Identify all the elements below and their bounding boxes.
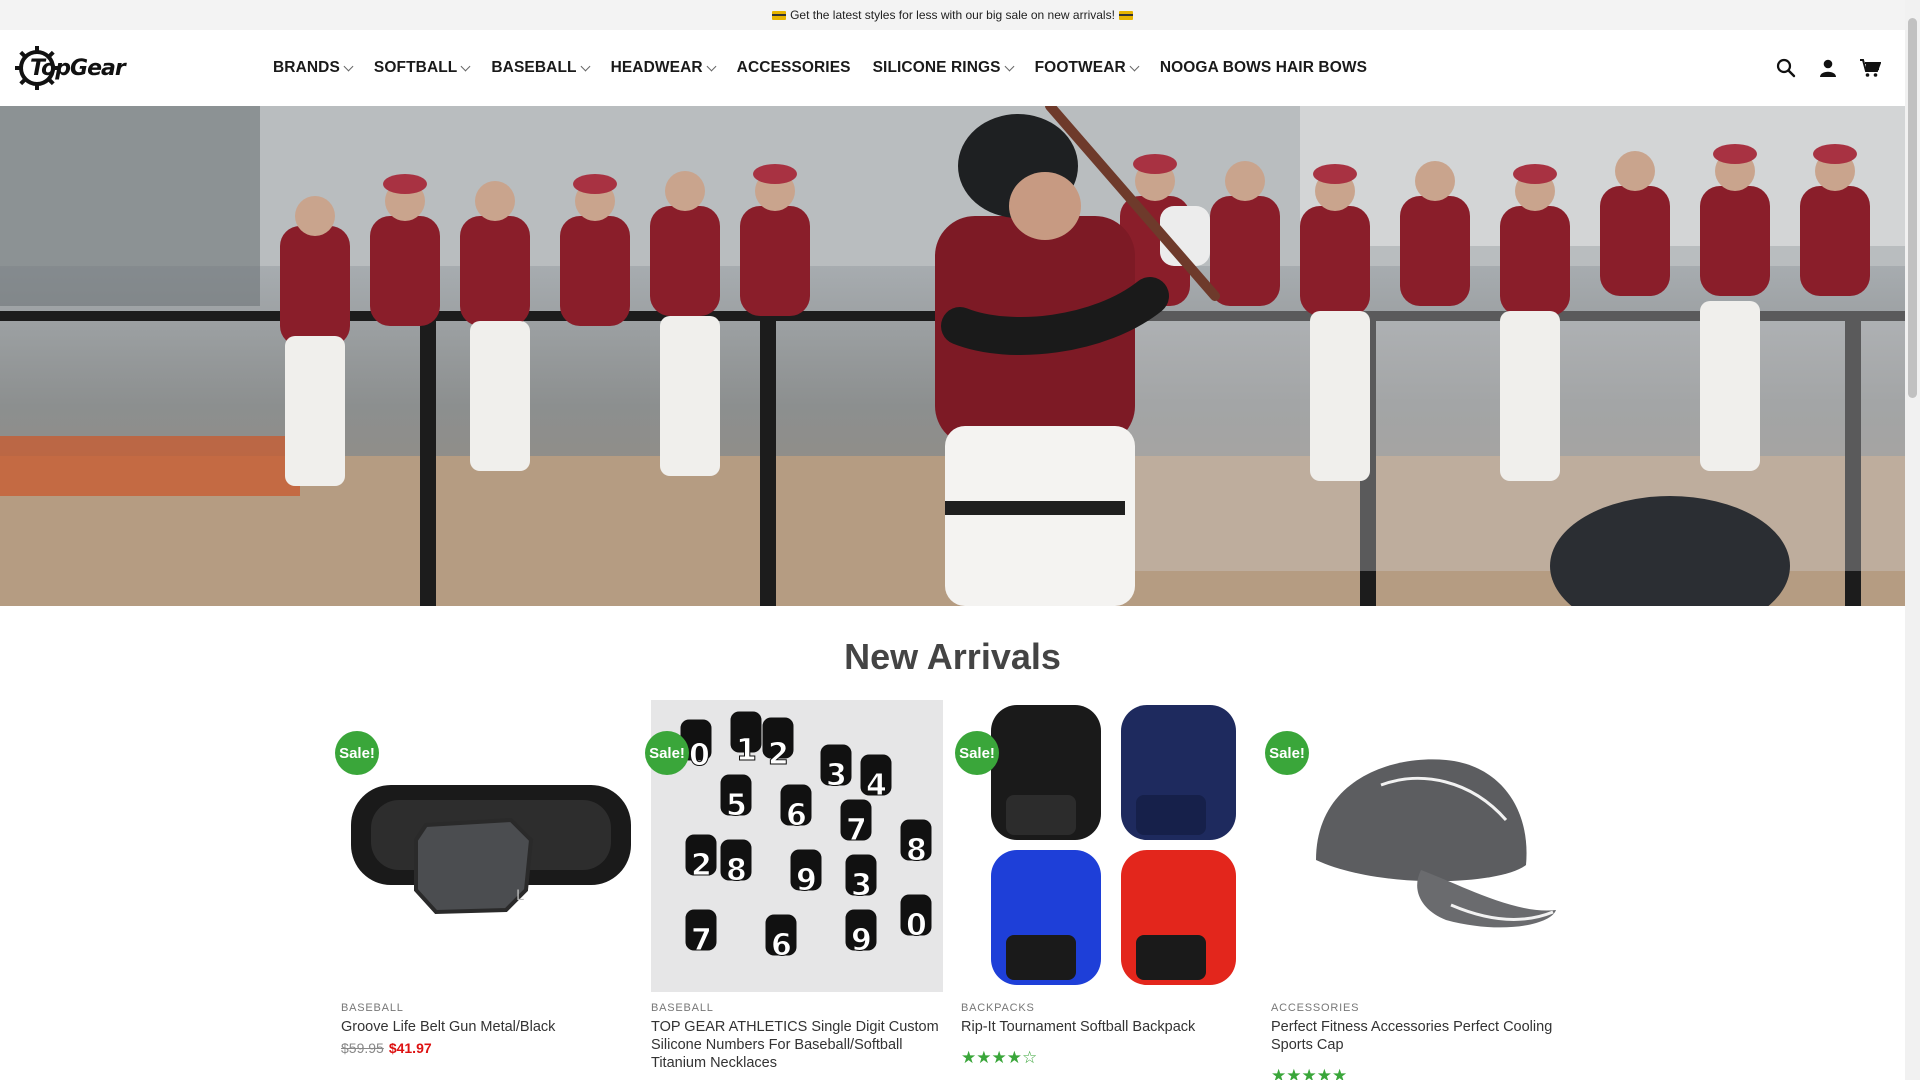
header-actions	[1755, 30, 1881, 106]
search-icon[interactable]	[1775, 57, 1797, 79]
credit-card-icon	[772, 10, 787, 20]
product-grid: Sale! L BASEBALL Groove Life Belt Gun Me…	[335, 700, 1575, 1080]
product-image[interactable]	[961, 700, 1253, 992]
svg-text:7: 7	[691, 923, 712, 958]
scrollbar-thumb[interactable]	[1908, 18, 1917, 398]
cart-icon[interactable]	[1859, 57, 1881, 79]
nav-item-footwear[interactable]: FOOTWEAR	[1034, 59, 1140, 77]
svg-text:8: 8	[906, 833, 927, 868]
star-icon: ★	[1006, 1048, 1022, 1067]
nav-label: NOOGA BOWS HAIR BOWS	[1159, 59, 1368, 76]
svg-text:1: 1	[736, 733, 757, 768]
nav-label: ACCESSORIES	[736, 59, 851, 76]
svg-text:4: 4	[866, 768, 887, 803]
star-empty-icon: ☆	[1022, 1048, 1038, 1067]
star-icon: ★	[991, 1048, 1007, 1067]
svg-text:0: 0	[906, 908, 927, 943]
svg-text:7: 7	[846, 813, 867, 848]
product-name[interactable]: Perfect Fitness Accessories Perfect Cool…	[1271, 1018, 1561, 1054]
svg-text:6: 6	[786, 798, 807, 833]
svg-text:2: 2	[768, 737, 789, 772]
svg-text:3: 3	[826, 758, 847, 793]
chevron-down-icon	[1129, 61, 1140, 71]
star-icon: ★	[961, 1048, 977, 1067]
page-scrollbar[interactable]	[1905, 0, 1920, 1080]
star-icon: ★	[976, 1048, 992, 1067]
product-category: BASEBALL	[341, 1002, 404, 1014]
svg-text:0: 0	[689, 738, 710, 773]
product-name[interactable]: TOP GEAR ATHLETICS Single Digit Custom S…	[651, 1018, 941, 1072]
product-card[interactable]: Sale! L BASEBALL Groove Life Belt Gun Me…	[335, 700, 645, 1080]
sale-price: $41.97	[388, 1040, 432, 1056]
svg-text:5: 5	[726, 788, 747, 823]
account-icon[interactable]	[1817, 57, 1839, 79]
svg-text:2: 2	[691, 848, 712, 883]
nav-label: SOFTBALL	[373, 59, 458, 76]
nav-label: HEADWEAR	[610, 59, 703, 76]
chevron-down-icon	[706, 61, 717, 71]
product-name[interactable]: Rip-It Tournament Softball Backpack	[961, 1018, 1251, 1036]
chevron-down-icon	[343, 61, 354, 71]
sale-badge: Sale!	[1265, 731, 1309, 775]
product-image[interactable]: L	[341, 700, 633, 992]
chevron-down-icon	[460, 61, 471, 71]
product-image[interactable]: 0 1 2 3 4 5 6 7 2 8 9 3 8 7 6 9 0	[651, 700, 943, 992]
nav-label: SILICONE RINGS	[872, 59, 1001, 76]
hero-illustration	[0, 106, 1905, 606]
product-image[interactable]	[1271, 700, 1563, 992]
rating-stars: ★★★★★	[1271, 1066, 1347, 1080]
chevron-down-icon	[1004, 61, 1015, 71]
nav-item-accessories[interactable]: ACCESSORIES	[737, 59, 851, 77]
main-nav: BRANDS SOFTBALL BASEBALL HEADWEAR ACCESS…	[273, 30, 1389, 106]
chevron-down-icon	[580, 61, 591, 71]
rating-stars: ★★★★☆	[961, 1048, 1037, 1068]
sale-badge: Sale!	[955, 731, 999, 775]
sale-badge: Sale!	[645, 731, 689, 775]
product-category: BASEBALL	[651, 1002, 714, 1014]
star-icon: ★★★★★	[1271, 1066, 1348, 1080]
site-header: TopGear BRANDS SOFTBALL BASEBALL HEADWEA…	[0, 30, 1905, 106]
nav-item-headwear[interactable]: HEADWEAR	[610, 59, 717, 77]
announcement-bar: Get the latest styles for less with our …	[0, 0, 1905, 30]
svg-text:3: 3	[851, 868, 872, 903]
product-category: BACKPACKS	[961, 1002, 1035, 1014]
section-title: New Arrivals	[844, 636, 1061, 677]
announcement-text: Get the latest styles for less with our …	[790, 8, 1115, 22]
svg-text:9: 9	[851, 923, 872, 958]
credit-card-icon	[1118, 10, 1133, 20]
product-price: $59.95 $41.97	[341, 1040, 432, 1056]
gear-logo-icon	[15, 46, 59, 90]
sale-badge: Sale!	[335, 731, 379, 775]
svg-text:L: L	[516, 888, 524, 904]
nav-item-brands[interactable]: BRANDS	[273, 59, 354, 77]
svg-text:8: 8	[726, 853, 747, 888]
nav-item-silicone-rings[interactable]: SILICONE RINGS	[872, 59, 1015, 77]
hero-banner[interactable]	[0, 106, 1905, 606]
original-price: $59.95	[341, 1040, 384, 1056]
product-card[interactable]: Sale! ACCESSORIES Perfect Fitness Access…	[1265, 700, 1575, 1080]
nav-label: BASEBALL	[491, 59, 577, 76]
nav-item-baseball[interactable]: BASEBALL	[491, 59, 591, 77]
product-category: ACCESSORIES	[1271, 1002, 1360, 1014]
svg-text:6: 6	[771, 928, 792, 963]
nav-item-nooga-bows[interactable]: NOOGA BOWS HAIR BOWS	[1160, 59, 1367, 77]
nav-item-softball[interactable]: SOFTBALL	[373, 59, 471, 77]
product-name[interactable]: Groove Life Belt Gun Metal/Black	[341, 1018, 631, 1036]
brand-logo[interactable]: TopGear	[14, 43, 139, 93]
nav-label: FOOTWEAR	[1034, 59, 1126, 76]
nav-label: BRANDS	[273, 59, 340, 76]
product-card[interactable]: Sale! BACKPACKS Rip-It Tournament Softba…	[955, 700, 1265, 1080]
svg-text:9: 9	[796, 863, 817, 898]
product-card[interactable]: Sale! 0 1 2 3 4 5 6 7 2 8 9 3 8 7 6 9 0	[645, 700, 955, 1080]
